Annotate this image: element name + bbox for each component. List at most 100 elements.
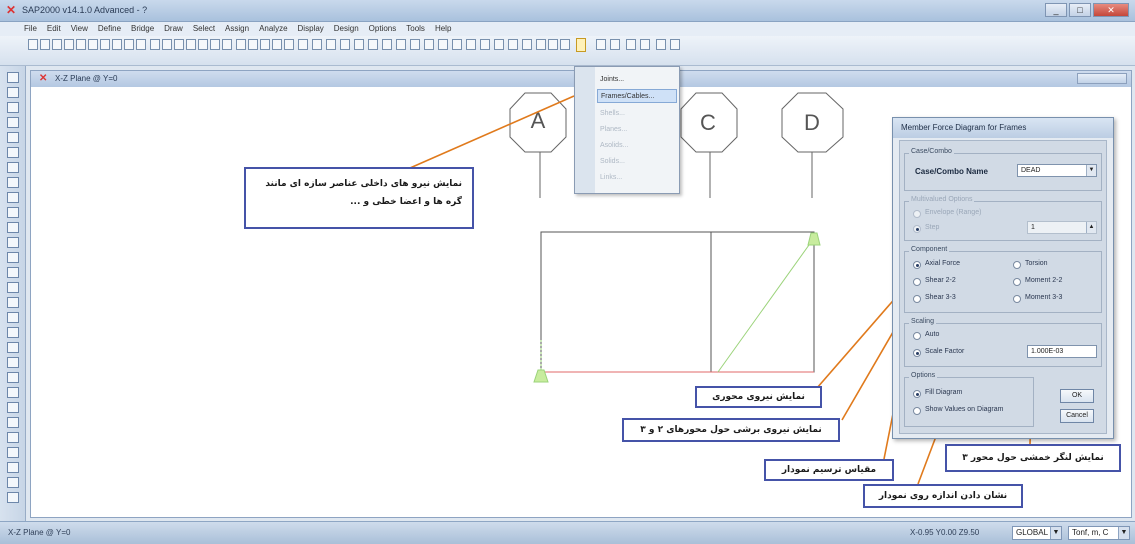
toolbar-button[interactable] [174, 39, 184, 50]
draw-tool-button[interactable] [7, 327, 19, 338]
draw-tool-button[interactable] [7, 207, 19, 218]
toolbar-button[interactable] [260, 39, 270, 50]
draw-tool-button[interactable] [7, 357, 19, 368]
toolbar-button[interactable] [536, 39, 546, 50]
draw-tool-button[interactable] [7, 417, 19, 428]
toolbar-button[interactable] [480, 39, 490, 50]
toolbar-button[interactable] [186, 39, 196, 50]
draw-tool-button[interactable] [7, 192, 19, 203]
toolbar-button[interactable] [64, 39, 74, 50]
draw-tool-button[interactable] [7, 447, 19, 458]
shear-33-radio[interactable] [913, 295, 921, 303]
toolbar-button[interactable] [236, 39, 246, 50]
case-combo-select[interactable]: DEAD ▼ [1017, 164, 1097, 177]
draw-tool-button[interactable] [7, 177, 19, 188]
step-stepper[interactable]: 1 ▲ [1027, 221, 1097, 234]
toolbar-button[interactable] [508, 39, 518, 50]
menu-help[interactable]: Help [435, 22, 451, 36]
menu-bridge[interactable]: Bridge [131, 22, 154, 36]
shear-22-radio[interactable] [913, 278, 921, 286]
draw-tool-button[interactable] [7, 297, 19, 308]
menu-assign[interactable]: Assign [225, 22, 249, 36]
draw-tool-button[interactable] [7, 237, 19, 248]
draw-tool-button[interactable] [7, 372, 19, 383]
toolbar-button[interactable] [312, 39, 322, 50]
menu-define[interactable]: Define [98, 22, 121, 36]
menu-item-asolids[interactable]: Asolids... [597, 139, 677, 153]
draw-tool-button[interactable] [7, 477, 19, 488]
menu-analyze[interactable]: Analyze [259, 22, 287, 36]
draw-tool-button[interactable] [7, 117, 19, 128]
toolbar-button[interactable] [466, 39, 476, 50]
toolbar-button[interactable] [76, 39, 86, 50]
auto-scale-radio[interactable] [913, 332, 921, 340]
toolbar-button[interactable] [198, 39, 208, 50]
draw-tool-button[interactable] [7, 462, 19, 473]
menu-item-planes[interactable]: Planes... [597, 123, 677, 137]
coord-system-select[interactable]: GLOBAL ▼ [1012, 526, 1062, 540]
menu-draw[interactable]: Draw [164, 22, 183, 36]
menu-select[interactable]: Select [193, 22, 215, 36]
scale-factor-radio[interactable] [913, 349, 921, 357]
view-window-controls[interactable] [1077, 73, 1127, 84]
draw-tool-button[interactable] [7, 222, 19, 233]
toolbar-button[interactable] [52, 39, 62, 50]
toolbar-button[interactable] [548, 39, 558, 50]
toolbar-button[interactable] [424, 39, 434, 50]
toolbar-button[interactable] [162, 39, 172, 50]
toolbar-button[interactable] [112, 39, 122, 50]
draw-tool-button[interactable] [7, 267, 19, 278]
toolbar-button[interactable] [494, 39, 504, 50]
minimize-button[interactable]: _ [1045, 3, 1067, 17]
draw-tool-button[interactable] [7, 432, 19, 443]
draw-tool-button[interactable] [7, 402, 19, 413]
cancel-button[interactable]: Cancel [1060, 409, 1094, 423]
draw-tool-button[interactable] [7, 87, 19, 98]
scale-factor-input[interactable]: 1.000E-03 [1027, 345, 1097, 358]
axial-force-radio[interactable] [913, 261, 921, 269]
draw-tool-button[interactable] [7, 132, 19, 143]
show-forces-button[interactable] [576, 38, 586, 52]
envelope-radio[interactable] [913, 210, 921, 218]
menu-design[interactable]: Design [334, 22, 359, 36]
toolbar-button[interactable] [340, 39, 350, 50]
menu-display[interactable]: Display [298, 22, 324, 36]
menu-item-frames-cables[interactable]: Frames/Cables... [597, 89, 677, 103]
units-select[interactable]: Tonf, m, C ▼ [1068, 526, 1130, 540]
toolbar-button[interactable] [124, 39, 134, 50]
toolbar-button[interactable] [88, 39, 98, 50]
draw-tool-button[interactable] [7, 492, 19, 503]
toolbar-button[interactable] [284, 39, 294, 50]
draw-tool-button[interactable] [7, 102, 19, 113]
toolbar-button[interactable] [368, 39, 378, 50]
step-radio[interactable] [913, 225, 921, 233]
menu-file[interactable]: File [24, 22, 37, 36]
toolbar-button[interactable] [150, 39, 160, 50]
toolbar-button[interactable] [656, 39, 666, 50]
menu-item-shells[interactable]: Shells... [597, 107, 677, 121]
toolbar-button[interactable] [396, 39, 406, 50]
toolbar-button[interactable] [438, 39, 448, 50]
toolbar-button[interactable] [640, 39, 650, 50]
draw-tool-button[interactable] [7, 282, 19, 293]
close-button[interactable]: ✕ [1093, 3, 1129, 17]
draw-tool-button[interactable] [7, 312, 19, 323]
toolbar-button[interactable] [560, 39, 570, 50]
toolbar-button[interactable] [210, 39, 220, 50]
show-values-radio[interactable] [913, 407, 921, 415]
draw-tool-button[interactable] [7, 387, 19, 398]
moment-33-radio[interactable] [1013, 295, 1021, 303]
toolbar-button[interactable] [40, 39, 50, 50]
draw-tool-button[interactable] [7, 342, 19, 353]
toolbar-button[interactable] [298, 39, 308, 50]
toolbar-button[interactable] [522, 39, 532, 50]
draw-tool-button[interactable] [7, 162, 19, 173]
menu-options[interactable]: Options [369, 22, 397, 36]
toolbar-button[interactable] [382, 39, 392, 50]
draw-tool-button[interactable] [7, 252, 19, 263]
toolbar-button[interactable] [410, 39, 420, 50]
fill-diagram-radio[interactable] [913, 390, 921, 398]
moment-22-radio[interactable] [1013, 278, 1021, 286]
menu-tools[interactable]: Tools [406, 22, 425, 36]
menu-item-solids[interactable]: Solids... [597, 155, 677, 169]
